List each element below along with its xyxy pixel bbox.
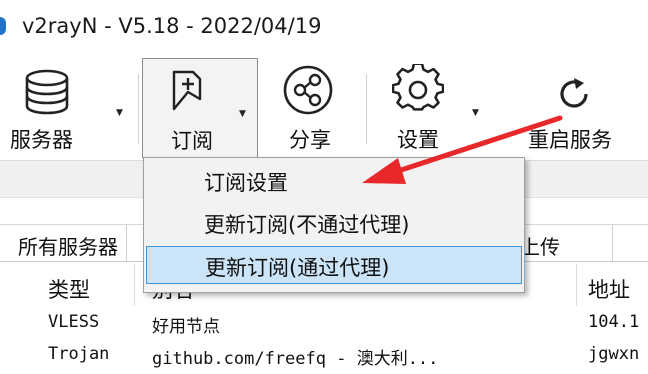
row-address: jgwxn xyxy=(588,344,640,364)
row-type: Trojan xyxy=(48,344,110,364)
subscription-dropdown-menu: 订阅设置 更新订阅(不通过代理) 更新订阅(通过代理) xyxy=(143,157,525,293)
row-alias: github.com/freefq - 澳大利... xyxy=(152,349,439,369)
servers-label: 服务器 xyxy=(10,128,73,152)
settings-dropdown-arrow-icon: ▼ xyxy=(472,108,479,118)
title-bar: v2rayN - V5.18 - 2022/04/19 xyxy=(0,0,648,58)
tab-upload-partial[interactable]: 上传 xyxy=(520,231,560,260)
settings-button[interactable]: ▼ 设置 xyxy=(372,58,488,158)
table-row[interactable]: Trojan github.com/freefq - 澳大利... jgwxn xyxy=(0,342,648,370)
tab-all-servers[interactable]: 所有服务器 xyxy=(0,225,127,261)
restart-service-button[interactable]: 重启服务 xyxy=(500,58,648,158)
servers-dropdown-arrow-icon: ▼ xyxy=(116,108,123,118)
table-row[interactable]: VLESS 好用节点 104.1 xyxy=(0,310,648,338)
restart-service-label: 重启服务 xyxy=(528,128,612,152)
subscription-icon xyxy=(172,70,202,111)
servers-button[interactable]: ▼ 服务器 xyxy=(0,58,130,158)
menu-item-update-via-proxy[interactable]: 更新订阅(通过代理) xyxy=(146,246,522,284)
database-icon xyxy=(25,69,69,115)
column-divider xyxy=(134,264,135,306)
gear-icon xyxy=(392,64,444,111)
row-address: 104.1 xyxy=(588,312,640,332)
share-button[interactable]: 分享 xyxy=(262,58,358,158)
share-label: 分享 xyxy=(289,128,331,152)
tab-divider xyxy=(612,225,613,261)
column-divider xyxy=(576,264,577,306)
row-alias: 好用节点 xyxy=(152,317,220,337)
window-title: v2rayN - V5.18 - 2022/04/19 xyxy=(22,14,322,38)
subscription-dropdown-arrow-icon: ▼ xyxy=(239,109,246,119)
subscription-button[interactable]: ▼ 订阅 xyxy=(142,58,258,158)
refresh-icon xyxy=(560,78,588,108)
row-type: VLESS xyxy=(48,312,100,332)
main-toolbar: ▼ 服务器 ▼ 订阅 分享 ▼ 设置 重启服务 xyxy=(0,58,648,160)
app-icon xyxy=(0,17,6,35)
share-icon xyxy=(283,65,333,115)
column-header-address[interactable]: 地址 xyxy=(588,262,648,308)
menu-item-update-without-proxy[interactable]: 更新订阅(不通过代理) xyxy=(146,204,522,242)
menu-item-subscription-settings[interactable]: 订阅设置 xyxy=(146,162,522,200)
settings-label: 设置 xyxy=(397,128,439,152)
column-header-type[interactable]: 类型 xyxy=(48,262,128,308)
subscription-label: 订阅 xyxy=(171,129,213,153)
